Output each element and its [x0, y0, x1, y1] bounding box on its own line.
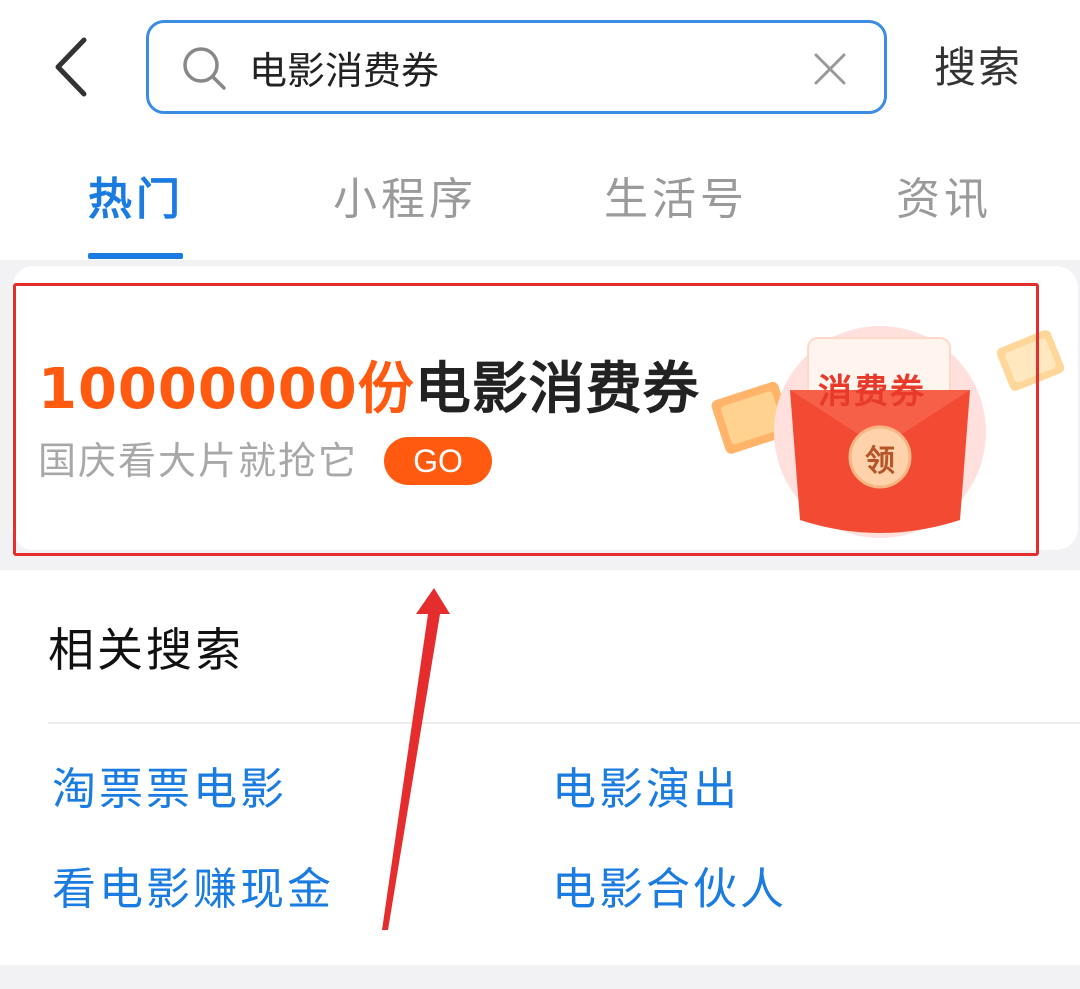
top-bar: 搜索	[0, 0, 1080, 140]
banner-title-text: 电影消费券	[414, 357, 700, 422]
close-icon[interactable]	[812, 51, 848, 87]
related-search-link[interactable]: 电影合伙人	[552, 862, 787, 918]
tab-mini-programs[interactable]: 小程序	[333, 172, 477, 228]
tab-bar: 热门 小程序 生活号 资讯	[0, 140, 1080, 260]
tab-hot[interactable]: 热门	[88, 172, 184, 228]
related-search-link[interactable]: 电影演出	[552, 762, 740, 818]
search-button[interactable]: 搜索	[934, 42, 1022, 94]
tab-life-accounts[interactable]: 生活号	[604, 172, 748, 228]
related-search-link[interactable]: 淘票票电影	[52, 762, 287, 818]
tab-news[interactable]: 资讯	[896, 172, 992, 228]
search-box[interactable]	[146, 20, 887, 114]
coupon-count: 10000000份	[38, 357, 415, 422]
related-search-link[interactable]: 看电影赚现金	[52, 862, 334, 918]
claim-badge: 领	[865, 444, 895, 479]
divider	[48, 722, 1080, 724]
coupon-label: 消费券	[818, 372, 926, 412]
search-icon	[183, 47, 226, 90]
banner-subtitle: 国庆看大片就抢它	[38, 439, 359, 483]
bottom-spacer	[0, 965, 1080, 989]
go-button[interactable]: GO	[384, 437, 492, 485]
banner-title: 10000000份电影消费券	[38, 358, 700, 422]
back-button[interactable]	[44, 34, 104, 100]
related-searches-title: 相关搜索	[48, 623, 244, 677]
chevron-left-icon	[55, 37, 87, 97]
annotation-arrow-icon	[382, 588, 450, 930]
search-input[interactable]	[249, 23, 789, 111]
active-tab-indicator	[88, 253, 183, 259]
